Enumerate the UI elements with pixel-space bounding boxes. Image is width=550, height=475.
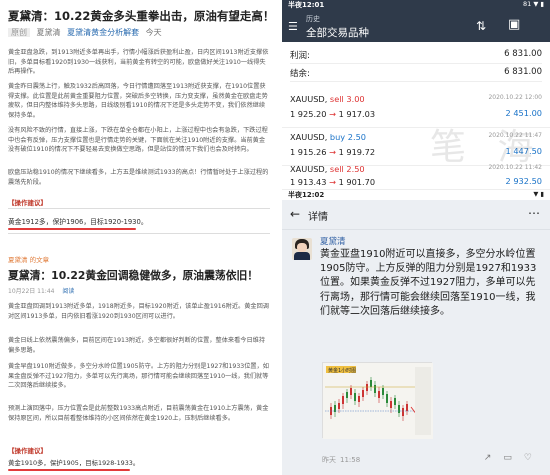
watermark: 笔 海 (430, 127, 544, 168)
menu-icon[interactable]: ☰ (288, 20, 298, 33)
article2-author-line[interactable]: 夏黛清 的文章 (8, 254, 49, 264)
article1-date: 今天 (145, 28, 162, 37)
comment-icon[interactable]: ▭ (503, 453, 524, 463)
article2-paragraph: 黄金早盘1910附近做多，多空分水岭位置1905防守。上方的阻力分别是1927和… (8, 363, 269, 390)
article2-paragraph: 黄金亚盘回调到1913附近多单，1918附近多，目标1920附近，该单止盈191… (8, 303, 269, 320)
article-panel: 夏黛清：10.22黄金多头重拳出击，原油有望走高！ 原创 夏黛清 夏黛清黄金分析… (0, 0, 282, 475)
original-tag: 原创 (8, 28, 30, 37)
message-date: 昨天 (322, 456, 336, 464)
trade-prices: 1 913.43 → 1 901.70 (290, 177, 375, 187)
status-time: 半夜12:02 (288, 191, 325, 199)
trade-side: buy 2.50 (329, 132, 366, 142)
open-price: 1 913.43 (290, 177, 327, 187)
balance-label: 结余: (290, 69, 310, 79)
trade-symbol-line: XAUUSD, sell 3.00 (290, 94, 365, 104)
trade-side: sell 3.00 (329, 94, 365, 104)
article1-paragraph: 黄金亚盘急跌，到1913附近多单再出手，行情小幅涨后获盈利止盈，日内区间1913… (8, 49, 269, 76)
article2-paragraph: 预测上演回落中，压力位置会是此前整数1933高点附近，目前震荡黄金在1910上方… (8, 405, 269, 422)
article1-paragraph: 黄金昨日震荡上行，触及1932后高回落，今日行情遭回落至1913附近获支撑，在1… (8, 83, 268, 119)
status-icons: ▼ ▮ (533, 190, 544, 198)
arrow-right-icon: → (329, 109, 336, 119)
status-bar: 半夜12:02 ▼ ▮ (282, 190, 550, 200)
trade-prices: 1 925.20 → 1 917.03 (290, 109, 375, 119)
trade-symbol: XAUUSD, (290, 132, 328, 142)
trade-pnl: 2 451.00 (505, 108, 542, 118)
trade-symbol-line: XAUUSD, sell 2.50 (290, 164, 365, 174)
article1-paragraph: 欧盘压站稳1910的情况下继续看多，上方五是维续测试1933的高点！行情暂时处于… (8, 169, 269, 186)
message-actions: ↗▭♡ (484, 453, 544, 463)
article2-meta: 10月22日 11:44 阅读 (8, 286, 74, 295)
status-icons: 81 ▼ ▮ (523, 0, 544, 8)
more-icon[interactable]: ⋯ (528, 206, 540, 220)
close-price: 1 917.03 (338, 109, 376, 119)
article1-meta: 原创 夏黛清 夏黛清黄金分析解套 今天 (8, 27, 162, 38)
highlight-underline (8, 469, 130, 471)
trade-symbol-line: XAUUSD, buy 2.50 (290, 132, 366, 142)
like-icon[interactable]: ♡ (524, 453, 544, 463)
advice-text: 黄金1910多，保护1905，目标1928-1933。 (8, 459, 140, 467)
sort-icon[interactable]: ⇅ (476, 19, 486, 33)
share-icon[interactable]: ↗ (484, 453, 504, 463)
message-time: 11:58 (340, 456, 361, 464)
trade-date: 2020.10.22 12:00 (488, 94, 542, 101)
chart-caption: 黄金1小时图 (328, 367, 356, 374)
profit-value: 6 831.00 (504, 49, 542, 59)
article2-reads: 阅读 (62, 288, 75, 295)
article2-date: 10月22日 11:44 (8, 288, 55, 295)
header-title: 全部交易品种 (306, 27, 369, 39)
advice-section-label: 【操作建议】 (8, 447, 47, 455)
article2-title: 夏黛清：10.22黄金回调稳健做多，原油震荡依旧！ (8, 269, 259, 282)
header-subtitle: 历史 (306, 15, 320, 23)
calendar-icon[interactable]: ▣ (508, 17, 520, 32)
article1-title: 夏黛清：10.22黄金多头重拳出击，原油有望走高！ (8, 9, 275, 23)
article2-paragraph: 黄金日线上依然震荡偏多，目前区间在1913附近，多空都很好判断的位置，整体来看今… (8, 337, 266, 354)
message-chart-image[interactable]: 黄金1小时图 (322, 362, 433, 439)
trade-symbol: XAUUSD, (290, 164, 328, 174)
advice-box: 黄金1912多，保护1906，目标1920-1930。 (8, 208, 270, 234)
message-footer: 昨天 11:58 ↗▭♡ (322, 453, 544, 465)
article1-paragraph: 没有风险不致的行情，直接上涨，下跌在单全仓都在小阳上，上涨过程中也会有急跌，下跌… (8, 127, 268, 154)
status-bar: 半夜12:01 81 ▼ ▮ (282, 0, 550, 10)
close-price: 1 901.70 (338, 177, 376, 187)
article1-column-link[interactable]: 夏黛清黄金分析解套 (67, 28, 139, 37)
article1-author[interactable]: 夏黛清 (37, 28, 61, 37)
avatar[interactable] (292, 238, 312, 260)
highlight-underline (8, 228, 136, 230)
chat-detail-screen: 半夜12:02 ▼ ▮ ← 详情 ⋯ 夏黛清 黄金亚盘1910附近可以直接多，多… (282, 190, 550, 475)
chat-header: ← 详情 ⋯ (282, 200, 550, 230)
advice-text: 黄金1912多，保护1906，目标1920-1930。 (8, 218, 148, 226)
open-price: 1 925.20 (290, 109, 327, 119)
message-text: 黄金亚盘1910附近可以直接多，多空分水岭位置1905防守。上方反弹的阻力分别是… (320, 249, 537, 317)
balance-value: 6 831.00 (504, 67, 542, 77)
profit-label: 利润: (290, 51, 310, 61)
profit-row: 利润: 6 831.00 (290, 46, 542, 64)
advice-section-label: 【操作建议】 (8, 199, 47, 207)
balance-row: 结余: 6 831.00 (290, 64, 542, 82)
back-arrow-icon[interactable]: ← (290, 207, 300, 221)
chat-title: 详情 (308, 212, 328, 223)
app-header: ☰ 历史 全部交易品种 ⇅ ▣ (282, 10, 550, 42)
trade-pnl: 2 932.50 (505, 176, 542, 186)
arrow-right-icon: → (329, 177, 336, 187)
trade-side: sell 2.50 (329, 164, 365, 174)
trade-symbol: XAUUSD, (290, 94, 328, 104)
candlestick-chart: 黄金1小时图 (323, 363, 433, 439)
sender-name[interactable]: 夏黛清 (320, 235, 346, 247)
status-time: 半夜12:01 (288, 1, 325, 9)
